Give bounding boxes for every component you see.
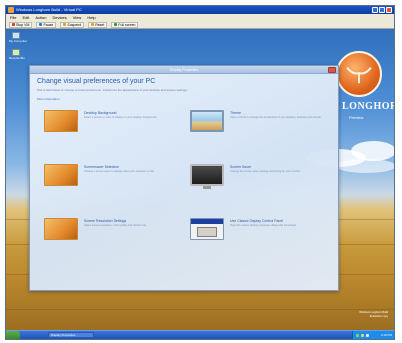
suspend-icon (63, 23, 67, 26)
display-properties-dialog: Display Properties Change visual prefere… (29, 65, 339, 291)
field-furrow (6, 309, 394, 310)
menu-help[interactable]: Help (87, 14, 95, 21)
taskbar-item-display-properties[interactable]: Display Properties (48, 332, 94, 338)
pause-button[interactable]: Pause (36, 21, 57, 28)
option-title: Theme (230, 111, 241, 115)
watermark-line: Evaluation copy (369, 314, 388, 318)
desktop: My Computer Recycle Bin LONGHORN Preview… (6, 29, 394, 330)
screensaver-thumbnail (44, 164, 78, 186)
volume-icon[interactable] (361, 333, 364, 337)
suspend-label: Suspend (67, 22, 82, 27)
option-title: Use Classic Display Control Panel (230, 219, 284, 223)
option-screensaver-selection[interactable]: Screensaver Selection Choose a screen sa… (44, 164, 184, 200)
brand-wordmark: LONGHORN (342, 101, 394, 112)
stop-button[interactable]: Stop VM (9, 21, 33, 28)
classic-window (197, 227, 217, 237)
option-screen-resolution[interactable]: Screen Resolution Settings Adjust screen… (44, 218, 184, 254)
brand-tagline: Preview (349, 115, 364, 120)
menu-devices[interactable]: Devices (52, 14, 66, 21)
close-button[interactable] (386, 7, 392, 13)
menu-file[interactable]: File (10, 14, 16, 21)
maximize-button[interactable] (379, 7, 385, 13)
system-tray: 4:18 PM (352, 331, 394, 339)
build-watermark: Windows Longhorn Build Evaluation copy (359, 311, 388, 318)
monitor-stand (203, 186, 211, 189)
dialog-titlebar[interactable]: Display Properties (30, 66, 338, 74)
theme-thumbnail (190, 110, 224, 132)
minimize-button[interactable] (372, 7, 378, 13)
desktop-icon-recycle-bin[interactable]: Recycle Bin (9, 49, 25, 63)
cloud (336, 159, 394, 173)
vm-title: Windows Longhorn Build - Virtual PC (16, 7, 82, 12)
option-description: Open the classic display properties dial… (230, 224, 297, 227)
fullscreen-button[interactable]: Full screen (111, 21, 139, 28)
dialog-title: Display Properties (169, 68, 199, 72)
option-description: Select a picture or color to display on … (84, 116, 158, 119)
reset-icon (91, 23, 95, 26)
cloud (351, 141, 394, 161)
option-title: Screensaver Selection (84, 165, 120, 169)
dialog-heading: Change visual preferences of your PC (37, 78, 156, 85)
vm-menubar: File Edit Action Devices View Help (6, 14, 394, 21)
app-icon (8, 7, 14, 13)
option-desktop-background[interactable]: Desktop Background Select a picture or c… (44, 110, 184, 146)
reset-label: Reset (95, 22, 105, 27)
option-description: Change the screen saver settings and tim… (230, 170, 301, 173)
pause-label: Pause (43, 22, 54, 27)
option-title: Screen Saver (230, 165, 252, 169)
dialog-close-button[interactable] (328, 67, 336, 73)
pause-icon (39, 23, 43, 26)
desktop-icon-label: Recycle Bin (9, 56, 25, 60)
option-title: Screen Resolution Settings (84, 219, 127, 223)
desktop-icon-my-computer[interactable]: My Computer (9, 32, 28, 46)
fullscreen-label: Full screen (118, 22, 136, 27)
reset-button[interactable]: Reset (88, 21, 108, 28)
vm-titlebar[interactable]: Windows Longhorn Build - Virtual PC (6, 6, 394, 14)
clock[interactable]: 4:18 PM (381, 333, 392, 337)
security-icon[interactable] (366, 333, 369, 337)
fullscreen-icon (114, 23, 118, 26)
option-title: Desktop Background (84, 111, 117, 115)
computer-icon (12, 32, 20, 39)
vm-toolbar: Stop VM Pause Suspend Reset Full screen (6, 21, 394, 29)
dialog-intro: Pick a task below or choose a control pa… (37, 88, 188, 92)
option-description: Adjust screen resolution, color quality … (84, 224, 147, 227)
recycle-bin-icon (12, 49, 20, 56)
more-info-link[interactable]: More information (37, 97, 60, 101)
network-icon[interactable] (356, 333, 359, 337)
taskbar: Display Properties 4:18 PM (6, 330, 394, 339)
longhorn-emblem-icon (346, 66, 372, 84)
stop-label: Stop VM (16, 22, 30, 27)
classic-titlebar (191, 219, 223, 224)
option-screen-saver[interactable]: Screen Saver Change the screen saver set… (190, 164, 330, 200)
menu-view[interactable]: View (73, 14, 82, 21)
desktop-icon-label: My Computer (9, 39, 28, 43)
menu-action[interactable]: Action (35, 14, 46, 21)
option-theme[interactable]: Theme Apply a theme to change the overal… (190, 110, 330, 146)
desktop-background-thumbnail (44, 110, 78, 132)
stop-icon (12, 23, 15, 26)
option-description: Apply a theme to change the overall look… (230, 116, 322, 119)
menu-edit[interactable]: Edit (22, 14, 29, 21)
monitor-icon (190, 164, 224, 186)
resolution-thumbnail (44, 218, 78, 240)
start-button[interactable] (6, 331, 20, 339)
longhorn-logo (336, 51, 382, 97)
option-classic-display[interactable]: Use Classic Display Control Panel Open t… (190, 218, 330, 254)
classic-display-thumbnail (190, 218, 224, 240)
virtual-pc-window: Windows Longhorn Build - Virtual PC File… (5, 5, 395, 340)
option-description: Choose a screen saver to display when yo… (84, 170, 155, 173)
suspend-button[interactable]: Suspend (60, 21, 85, 28)
